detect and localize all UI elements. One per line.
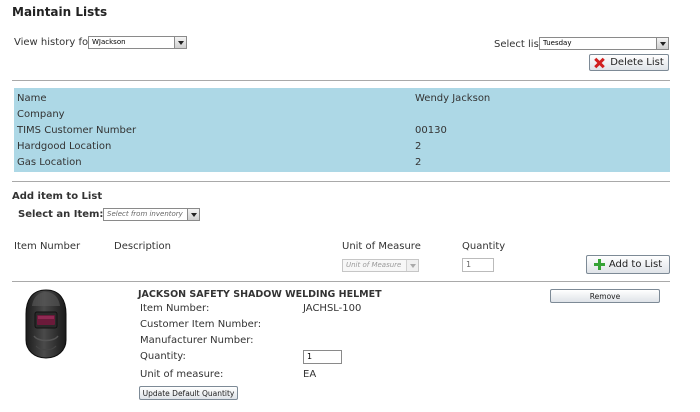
column-header-quantity: Quantity [462, 241, 506, 252]
plus-icon [593, 259, 605, 270]
divider [12, 80, 670, 81]
info-label-gas: Gas Location [17, 157, 82, 168]
item-field-label: Manufacturer Number: [140, 335, 254, 346]
add-item-heading: Add item to List [12, 191, 103, 202]
delete-list-button[interactable]: Delete List [589, 54, 669, 71]
update-default-quantity-button[interactable]: Update Default Quantity [139, 386, 238, 400]
info-value-tims: 00130 [415, 125, 447, 136]
list-select-value: Tuesday [543, 39, 572, 47]
chevron-down-icon[interactable] [187, 209, 199, 220]
divider [12, 281, 670, 282]
item-title: JACKSON SAFETY SHADOW WELDING HELMET [138, 289, 382, 300]
chevron-down-icon[interactable] [406, 260, 418, 271]
quantity-input[interactable]: 1 [462, 258, 494, 272]
column-header-description: Description [114, 241, 171, 252]
list-select[interactable]: Tuesday [539, 37, 669, 50]
column-header-unit-of-measure: Unit of Measure [342, 241, 421, 252]
column-header-item-number: Item Number [14, 241, 81, 252]
divider [12, 181, 670, 182]
add-to-list-button[interactable]: Add to List [586, 255, 670, 274]
item-number-value: JACHSL-100 [303, 303, 362, 314]
item-field-label: Customer Item Number: [140, 319, 262, 330]
item-field-label: Item Number: [140, 303, 210, 314]
info-value-gas: 2 [415, 157, 422, 168]
chevron-down-icon[interactable] [656, 38, 668, 49]
add-to-list-label: Add to List [608, 259, 663, 270]
inventory-select-placeholder: Select from inventory [107, 210, 183, 218]
info-label-tims: TIMS Customer Number [17, 125, 137, 136]
welding-helmet-image [25, 289, 67, 359]
customer-info-panel: Name Wendy Jackson Company TIMS Customer… [14, 88, 670, 172]
item-field-label: Unit of measure: [140, 369, 224, 380]
delete-x-icon [594, 58, 604, 68]
history-select-value: WJackson [92, 38, 126, 46]
select-item-label: Select an Item: [18, 209, 104, 220]
info-value-hardgood: 2 [415, 141, 422, 152]
chevron-down-icon[interactable] [174, 37, 186, 48]
history-select[interactable]: WJackson [88, 36, 187, 49]
uom-select-placeholder: Unit of Measure [346, 261, 402, 269]
unit-of-measure-value: EA [303, 369, 317, 380]
info-label-name: Name [17, 93, 47, 104]
inventory-select[interactable]: Select from inventory [103, 208, 200, 221]
item-field-label: Quantity: [140, 351, 186, 362]
info-value-name: Wendy Jackson [415, 93, 491, 104]
history-label: View history for [14, 37, 93, 48]
page-title: Maintain Lists [12, 5, 108, 19]
item-quantity-input[interactable]: 1 [303, 350, 342, 364]
uom-select[interactable]: Unit of Measure [342, 259, 419, 272]
remove-button[interactable]: Remove [550, 289, 660, 303]
info-label-company: Company [17, 109, 65, 120]
info-label-hardgood: Hardgood Location [17, 141, 112, 152]
delete-list-label: Delete List [610, 57, 664, 68]
select-list-label: Select list [494, 39, 543, 50]
